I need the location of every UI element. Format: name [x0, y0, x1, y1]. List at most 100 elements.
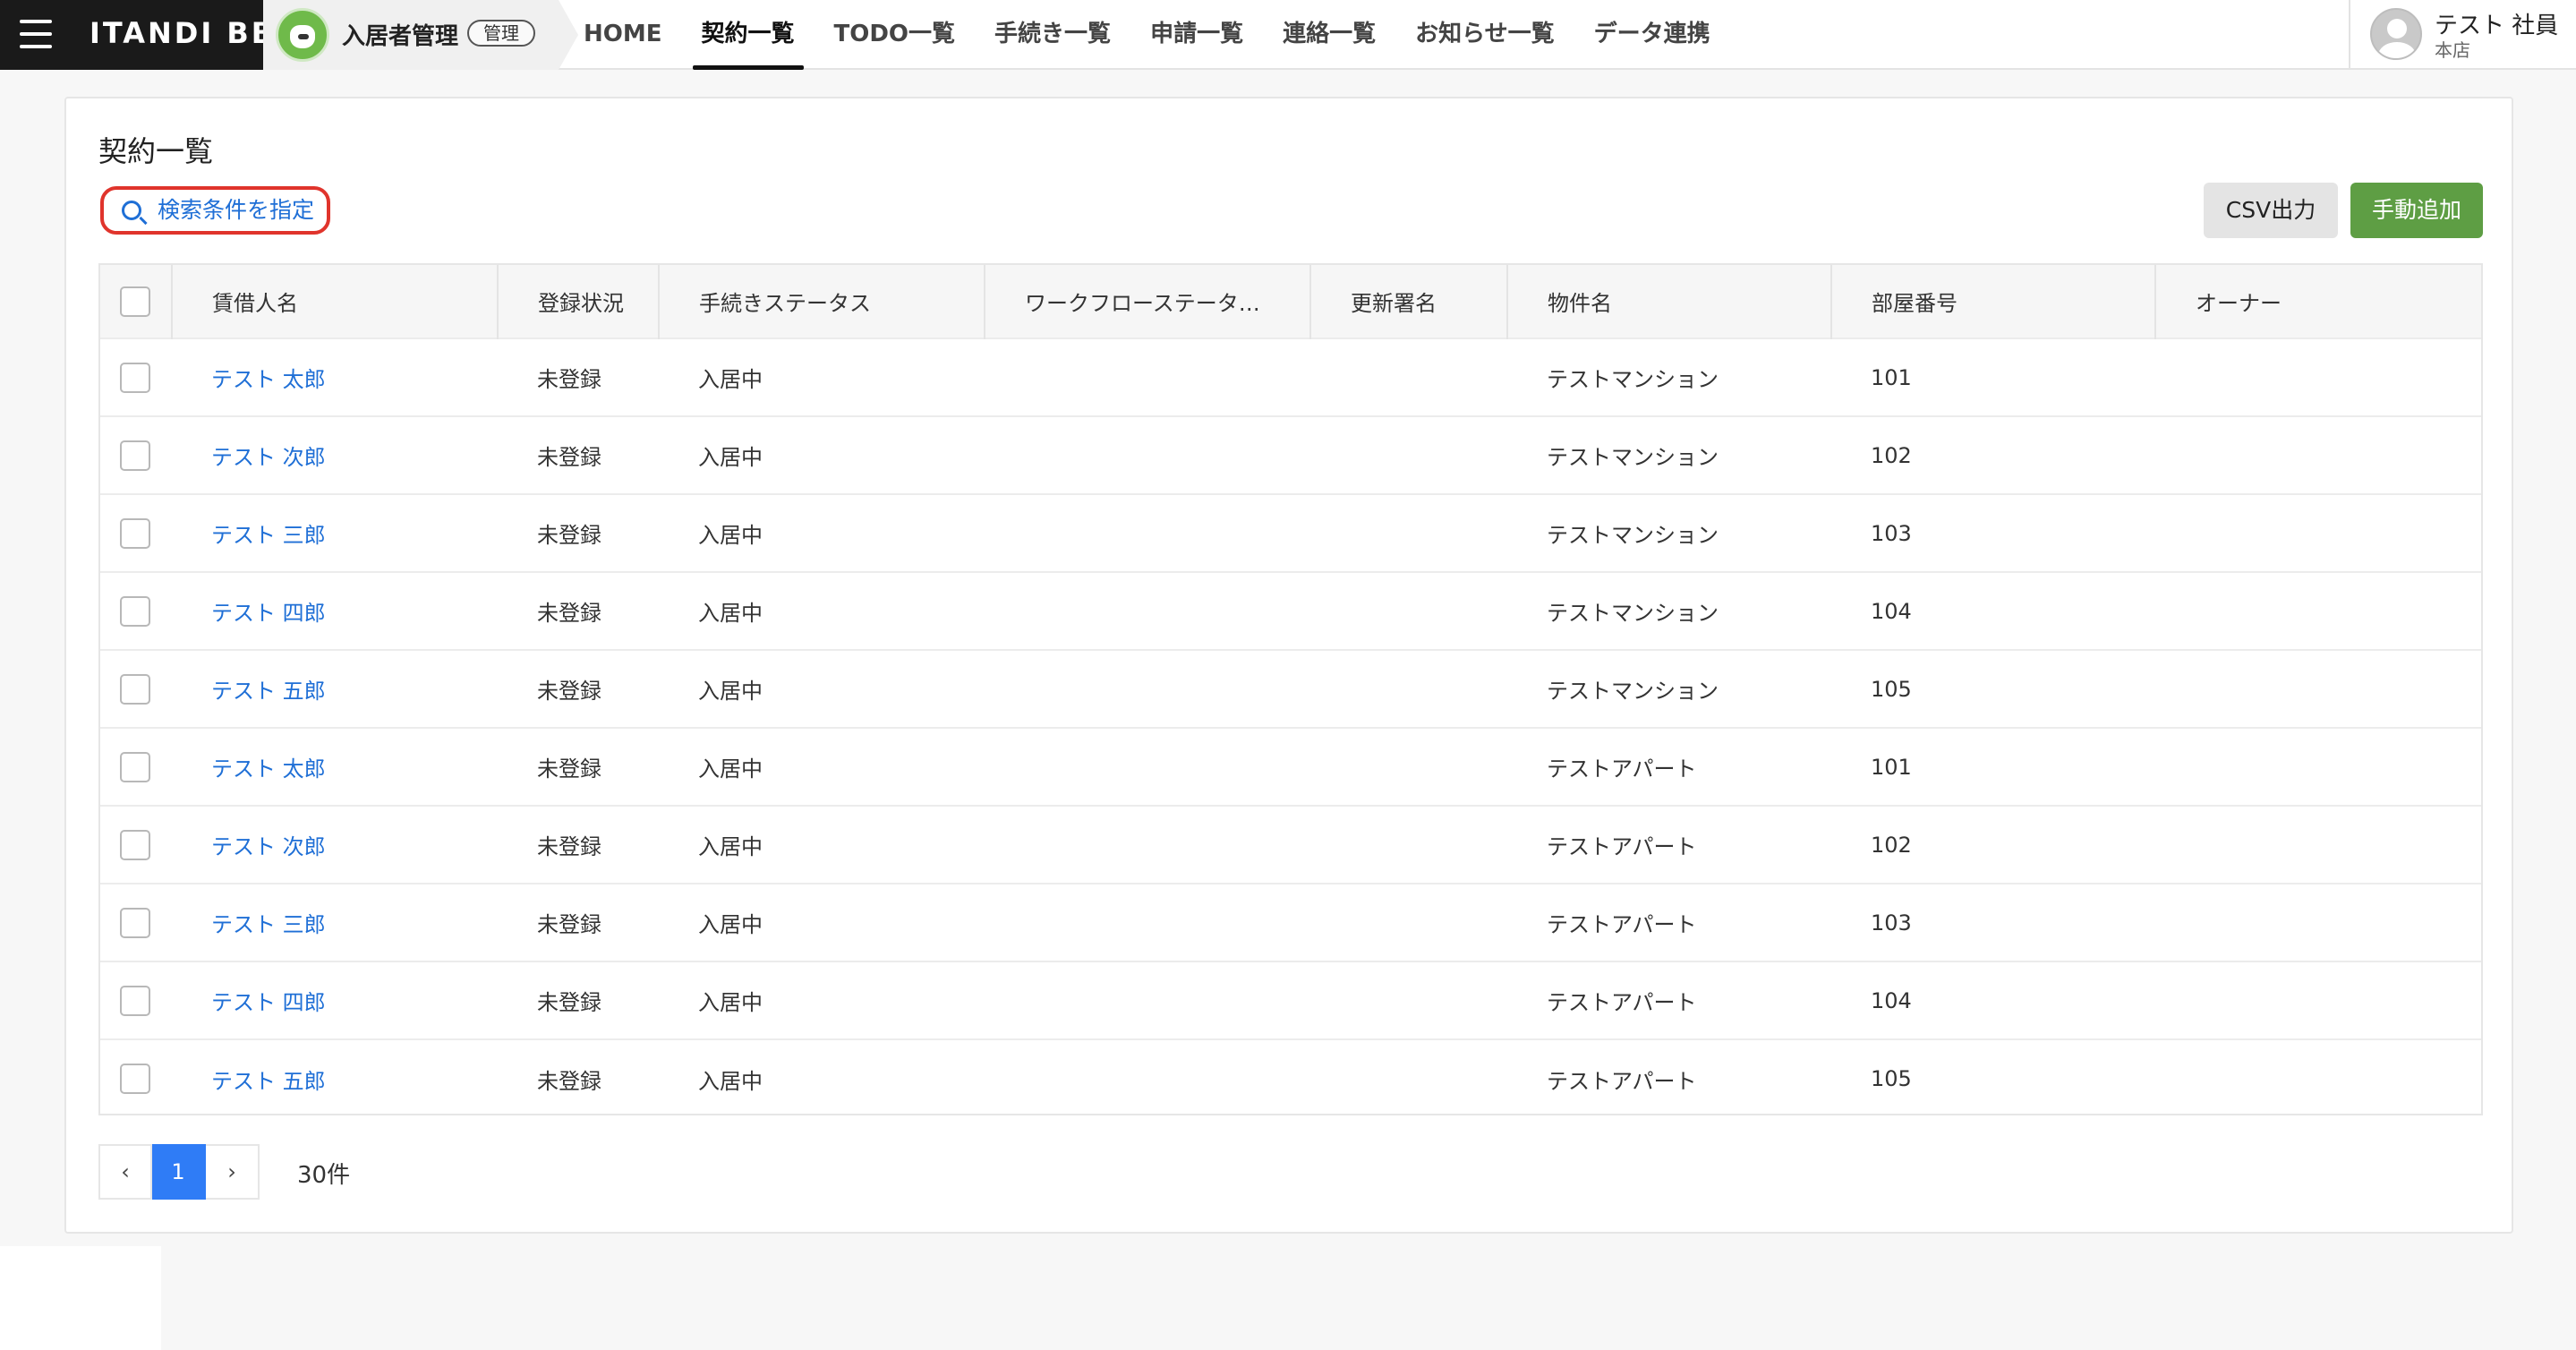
property-name: テストアパート	[1547, 756, 1697, 782]
owner-name	[2155, 494, 2481, 572]
property-name: テストアパート	[1547, 1068, 1697, 1094]
room-number: 105	[1871, 676, 1912, 702]
nav-todo[interactable]: TODO一覧	[815, 0, 976, 70]
procedure-status: 入居中	[698, 445, 763, 470]
row-select-cell	[100, 572, 172, 650]
row-checkbox[interactable]	[120, 907, 150, 938]
manual-add-button[interactable]: 手動追加	[2350, 183, 2483, 238]
row-select-cell	[100, 884, 172, 961]
nav-notices[interactable]: お知らせ一覧	[1395, 0, 1574, 70]
app-role-badge: 管理	[467, 20, 535, 47]
main-nav: HOME 契約一覧 TODO一覧 手続き一覧 申請一覧 連絡一覧 お知らせ一覧 …	[564, 0, 1730, 70]
user-menu[interactable]: テスト 社員 本店	[2349, 0, 2576, 70]
row-checkbox[interactable]	[120, 517, 150, 549]
row-checkbox[interactable]	[120, 829, 150, 860]
owner-name	[2155, 338, 2481, 416]
room-number: 101	[1871, 364, 1912, 390]
room-number: 104	[1871, 598, 1912, 624]
table-row: テスト 五郎 未登録 入居中 テストマンション 105	[100, 650, 2481, 728]
row-checkbox[interactable]	[120, 751, 150, 782]
workflow-status	[985, 884, 1310, 961]
table-row: テスト 次郎 未登録 入居中 テストマンション 102	[100, 416, 2481, 494]
tenant-name-link[interactable]: テスト 五郎	[172, 650, 498, 728]
hamburger-icon[interactable]	[20, 20, 52, 48]
select-all-checkbox[interactable]	[120, 286, 150, 317]
column-header-workflow-status[interactable]: ワークフローステータ…	[985, 265, 1311, 338]
tenant-name-link[interactable]: テスト 四郎	[172, 572, 498, 650]
tenant-name-link[interactable]: テスト 三郎	[172, 494, 498, 572]
nav-home[interactable]: HOME	[564, 0, 682, 70]
page-1-button[interactable]: 1	[152, 1144, 206, 1200]
registration-status: 未登録	[537, 834, 601, 859]
procedure-status: 入居中	[698, 990, 763, 1015]
owner-name	[2155, 650, 2481, 728]
registration-status: 未登録	[537, 1068, 601, 1094]
contracts-table: 賃借人名 登録状況 手続きステータス ワークフローステータ… 更新署名 物件名 …	[98, 263, 2483, 1115]
row-select-cell	[100, 1039, 172, 1114]
app-switcher[interactable]: 入居者管理 管理	[263, 0, 580, 72]
nav-procedures[interactable]: 手続き一覧	[975, 0, 1130, 70]
next-page-button[interactable]: ›	[206, 1144, 260, 1200]
search-icon	[122, 201, 141, 220]
column-header-registration[interactable]: 登録状況	[498, 265, 660, 338]
brand-logo: ITANDI BB	[90, 16, 277, 50]
property-name: テストマンション	[1547, 445, 1719, 470]
procedure-status: 入居中	[698, 367, 763, 392]
row-checkbox[interactable]	[120, 673, 150, 705]
workflow-status	[985, 961, 1310, 1039]
procedure-status: 入居中	[698, 679, 763, 704]
tenant-name-link[interactable]: テスト 三郎	[172, 884, 498, 961]
procedure-status: 入居中	[698, 601, 763, 626]
row-checkbox[interactable]	[120, 1064, 150, 1094]
room-number: 103	[1871, 520, 1912, 546]
registration-status: 未登録	[537, 912, 601, 937]
renewal-signature	[1310, 961, 1507, 1039]
column-header-room[interactable]: 部屋番号	[1831, 265, 2156, 338]
workflow-status	[985, 494, 1310, 572]
tenant-name-link[interactable]: テスト 次郎	[172, 806, 498, 884]
nav-applications[interactable]: 申請一覧	[1130, 0, 1263, 70]
row-checkbox[interactable]	[120, 440, 150, 471]
owner-name	[2155, 806, 2481, 884]
csv-export-button[interactable]: CSV出力	[2204, 183, 2338, 238]
tenant-name-link[interactable]: テスト 五郎	[172, 1039, 498, 1114]
workflow-status	[985, 1039, 1310, 1114]
column-header-owner[interactable]: オーナー	[2155, 265, 2481, 338]
tenant-name-link[interactable]: テスト 太郎	[172, 338, 498, 416]
row-checkbox[interactable]	[120, 362, 150, 393]
column-header-renewal-signature[interactable]: 更新署名	[1310, 265, 1508, 338]
app-logo-icon	[276, 8, 329, 62]
search-conditions-button[interactable]: 検索条件を指定	[100, 186, 331, 235]
procedure-status: 入居中	[698, 756, 763, 782]
row-select-cell	[100, 650, 172, 728]
user-avatar-icon	[2370, 8, 2422, 60]
procedure-status: 入居中	[698, 834, 763, 859]
tenant-name-link[interactable]: テスト 四郎	[172, 961, 498, 1039]
property-name: テストアパート	[1547, 990, 1697, 1015]
tenant-name-link[interactable]: テスト 次郎	[172, 416, 498, 494]
column-header-tenant[interactable]: 賃借人名	[172, 265, 499, 338]
row-checkbox[interactable]	[120, 985, 150, 1016]
nav-contracts[interactable]: 契約一覧	[682, 0, 815, 70]
registration-status: 未登録	[537, 367, 601, 392]
room-number: 102	[1871, 832, 1912, 858]
column-header-property[interactable]: 物件名	[1507, 265, 1832, 338]
room-number: 103	[1871, 910, 1912, 936]
nav-messages[interactable]: 連絡一覧	[1263, 0, 1395, 70]
row-select-cell	[100, 494, 172, 572]
row-checkbox[interactable]	[120, 595, 150, 627]
property-name: テストアパート	[1547, 834, 1697, 859]
row-select-cell	[100, 806, 172, 884]
row-select-cell	[100, 416, 172, 494]
nav-data-link[interactable]: データ連携	[1574, 0, 1730, 70]
column-header-procedure-status[interactable]: 手続きステータス	[659, 265, 985, 338]
page-title: 契約一覧	[98, 134, 214, 168]
property-name: テストマンション	[1547, 679, 1719, 704]
tenant-name-link[interactable]: テスト 太郎	[172, 728, 498, 806]
room-number: 105	[1871, 1066, 1912, 1091]
prev-page-button[interactable]: ‹	[98, 1144, 152, 1200]
table-row: テスト 太郎 未登録 入居中 テストアパート 101	[100, 728, 2481, 806]
renewal-signature	[1310, 728, 1507, 806]
registration-status: 未登録	[537, 990, 601, 1015]
registration-status: 未登録	[537, 523, 601, 548]
